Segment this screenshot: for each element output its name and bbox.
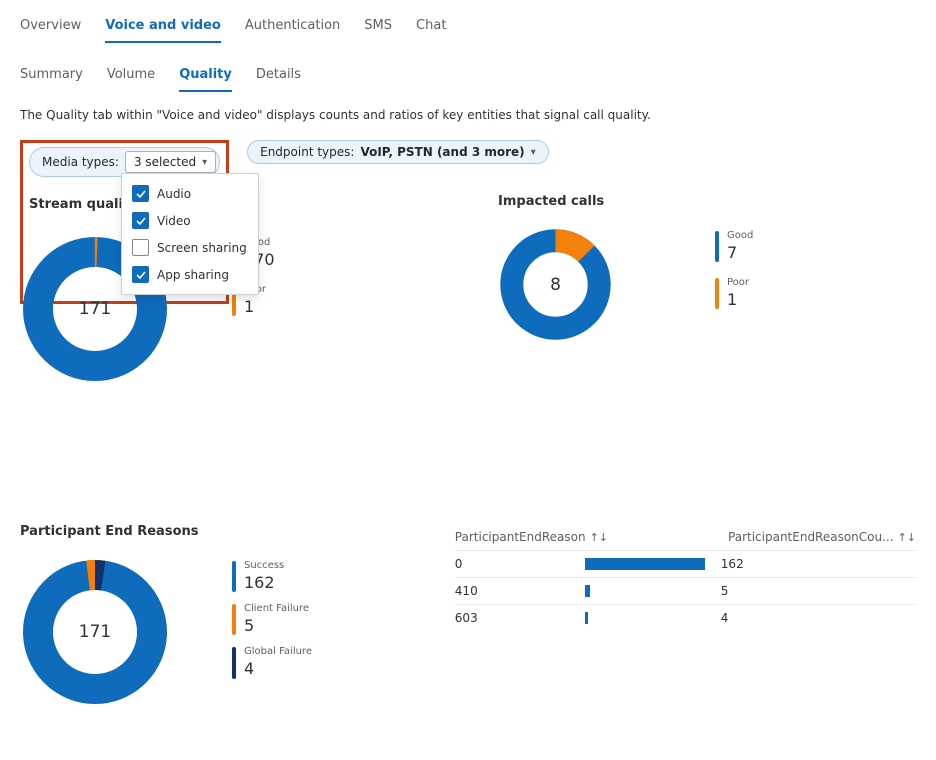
primary-tabs: Overview Voice and video Authentication … xyxy=(20,12,916,43)
per-table: ParticipantEndReason↑↓ ParticipantEndRea… xyxy=(455,524,916,707)
legend-item-global-failure: Global Failure 4 xyxy=(232,647,312,678)
tab-voice-video[interactable]: Voice and video xyxy=(105,12,221,43)
impacted-calls-legend: Good 7 Poor 1 xyxy=(715,231,753,309)
subtab-quality[interactable]: Quality xyxy=(179,61,232,92)
legend-value: 5 xyxy=(244,616,309,635)
checkbox-icon xyxy=(132,239,149,256)
cell-count: 162 xyxy=(705,557,916,571)
per-legend: Success 162 Client Failure 5 Global Fail… xyxy=(232,561,312,679)
bar-icon xyxy=(585,558,705,570)
chevron-down-icon: ▾ xyxy=(202,157,207,168)
col-reason[interactable]: ParticipantEndReason↑↓ xyxy=(455,530,608,544)
checkbox-icon xyxy=(132,212,149,229)
table-row[interactable]: 603 4 xyxy=(455,604,916,631)
legend-label: Success xyxy=(244,561,284,571)
option-app-sharing[interactable]: App sharing xyxy=(130,261,250,288)
tab-chat[interactable]: Chat xyxy=(416,12,446,43)
legend-item-good: Good 7 xyxy=(715,231,753,262)
option-label: Video xyxy=(157,214,191,228)
media-types-dropdown: Audio Video Screen sharing App sharing xyxy=(121,173,259,295)
legend-value: 1 xyxy=(727,290,749,309)
legend-value: 7 xyxy=(727,243,753,262)
impacted-calls-donut: 8 xyxy=(498,227,613,342)
legend-item-poor: Poor 1 xyxy=(715,278,753,309)
impacted-calls-total: 8 xyxy=(498,227,613,342)
sort-icon: ↑↓ xyxy=(590,531,608,544)
table-row[interactable]: 410 5 xyxy=(455,577,916,604)
subtab-volume[interactable]: Volume xyxy=(107,61,155,92)
option-audio[interactable]: Audio xyxy=(130,180,250,207)
table-row[interactable]: 0 162 xyxy=(455,550,916,577)
tab-authentication[interactable]: Authentication xyxy=(245,12,340,43)
col-count[interactable]: ParticipantEndReasonCou...↑↓ xyxy=(728,530,916,544)
subtab-summary[interactable]: Summary xyxy=(20,61,83,92)
option-screen-sharing[interactable]: Screen sharing xyxy=(130,234,250,261)
legend-label: Poor xyxy=(727,278,749,288)
per-title: Participant End Reasons xyxy=(20,524,395,539)
chevron-down-icon: ▾ xyxy=(531,147,536,158)
media-types-select[interactable]: 3 selected ▾ xyxy=(125,151,216,173)
sort-icon: ↑↓ xyxy=(898,531,916,544)
bar-icon xyxy=(585,612,589,624)
option-video[interactable]: Video xyxy=(130,207,250,234)
media-types-value: 3 selected xyxy=(134,155,196,169)
legend-value: 4 xyxy=(244,659,312,678)
per-total: 171 xyxy=(20,557,170,707)
per-donut: 171 xyxy=(20,557,170,707)
subtab-details[interactable]: Details xyxy=(256,61,301,92)
legend-item-client-failure: Client Failure 5 xyxy=(232,604,312,635)
participant-end-reasons-chart: Participant End Reasons 171 Success 162 xyxy=(20,524,395,707)
cell-reason: 410 xyxy=(455,584,585,598)
media-types-label: Media types: xyxy=(42,155,119,169)
legend-item-success: Success 162 xyxy=(232,561,312,592)
endpoint-types-value: VoIP, PSTN (and 3 more) xyxy=(360,145,524,159)
cell-count: 4 xyxy=(705,611,916,625)
checkbox-icon xyxy=(132,266,149,283)
quality-description: The Quality tab within "Voice and video"… xyxy=(20,108,916,122)
table-header: ParticipantEndReason↑↓ ParticipantEndRea… xyxy=(455,524,916,550)
option-label: Screen sharing xyxy=(157,241,247,255)
endpoint-types-filter[interactable]: Endpoint types: VoIP, PSTN (and 3 more) … xyxy=(247,140,549,164)
bar-icon xyxy=(585,585,590,597)
legend-label: Client Failure xyxy=(244,604,309,614)
cell-count: 5 xyxy=(705,584,916,598)
impacted-calls-chart: Impacted calls 8 Good 7 xyxy=(498,194,916,384)
tab-sms[interactable]: SMS xyxy=(364,12,392,43)
col-bar xyxy=(608,530,728,544)
checkbox-icon xyxy=(132,185,149,202)
tab-overview[interactable]: Overview xyxy=(20,12,81,43)
legend-label: Good xyxy=(727,231,753,241)
cell-reason: 0 xyxy=(455,557,585,571)
option-label: Audio xyxy=(157,187,191,201)
cell-reason: 603 xyxy=(455,611,585,625)
endpoint-types-label: Endpoint types: xyxy=(260,145,354,159)
option-label: App sharing xyxy=(157,268,229,282)
secondary-tabs: Summary Volume Quality Details xyxy=(20,61,916,92)
legend-value: 162 xyxy=(244,573,284,592)
impacted-calls-title: Impacted calls xyxy=(498,194,916,209)
legend-label: Global Failure xyxy=(244,647,312,657)
legend-value: 1 xyxy=(244,297,266,316)
